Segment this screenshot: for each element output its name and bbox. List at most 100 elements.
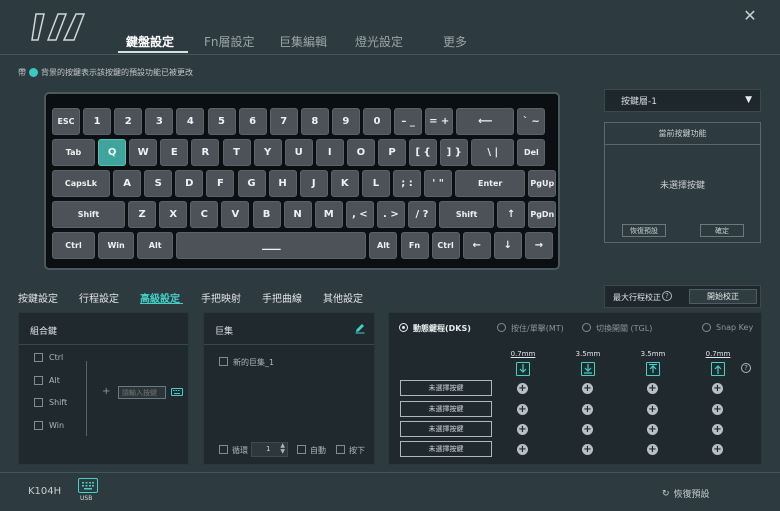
key[interactable]: / ? xyxy=(408,201,436,228)
tab-fn-layer[interactable]: Fn層設定 xyxy=(204,33,255,50)
add-action-icon[interactable]: + xyxy=(517,424,528,435)
key[interactable]: Shift xyxy=(52,201,125,228)
restore-default-footer-button[interactable]: ↻ 恢復預設 xyxy=(662,487,710,501)
help-icon[interactable]: ? xyxy=(741,363,751,373)
subtab-gamepad-curve[interactable]: 手把曲線 xyxy=(262,290,302,305)
dks-key-button-3[interactable]: 未選擇按鍵 xyxy=(400,421,492,437)
key[interactable]: \ | xyxy=(471,139,515,166)
key[interactable]: K xyxy=(330,170,359,197)
key[interactable]: J xyxy=(299,170,328,197)
add-action-icon[interactable]: + xyxy=(712,424,723,435)
key[interactable]: Z xyxy=(128,201,157,228)
key[interactable]: Q xyxy=(98,139,127,166)
key[interactable]: G xyxy=(237,170,266,197)
key[interactable]: X xyxy=(159,201,188,228)
key[interactable]: M xyxy=(314,201,343,228)
add-action-icon[interactable]: + xyxy=(647,404,658,415)
key[interactable]: R xyxy=(191,139,220,166)
press-checkbox[interactable] xyxy=(336,445,345,454)
key[interactable]: = + xyxy=(425,108,454,135)
key[interactable]: U xyxy=(284,139,313,166)
key[interactable]: 1 xyxy=(83,108,112,135)
key[interactable]: N xyxy=(283,201,312,228)
stepper-arrows-icon[interactable]: ▲ ▼ xyxy=(280,443,285,455)
add-action-icon[interactable]: + xyxy=(647,383,658,394)
help-icon[interactable]: ? xyxy=(662,291,672,301)
key[interactable]: ▁▁▁ xyxy=(176,232,367,259)
tab-more[interactable]: 更多 xyxy=(443,33,467,50)
tab-keyboard-settings[interactable]: 鍵盤設定 xyxy=(126,33,174,50)
key[interactable]: 9 xyxy=(331,108,360,135)
key[interactable]: Del xyxy=(517,139,546,166)
subtab-other-settings[interactable]: 其他設定 xyxy=(323,290,363,305)
key[interactable]: 6 xyxy=(238,108,267,135)
auto-checkbox[interactable] xyxy=(297,445,306,454)
key[interactable]: Fn xyxy=(400,232,429,259)
key[interactable]: 4 xyxy=(176,108,205,135)
mt-radio[interactable] xyxy=(497,323,506,332)
pencil-icon[interactable] xyxy=(354,322,366,334)
alt-checkbox[interactable] xyxy=(34,376,43,385)
combo-key-input[interactable] xyxy=(118,386,166,399)
key[interactable]: P xyxy=(378,139,406,166)
key[interactable]: 3 xyxy=(145,108,174,135)
dks-key-button-1[interactable]: 未選擇按鍵 xyxy=(400,380,492,396)
key[interactable]: D xyxy=(175,170,204,197)
key[interactable]: – _ xyxy=(394,108,423,135)
key[interactable]: W xyxy=(129,139,158,166)
key[interactable]: PgUp xyxy=(528,170,557,197)
key[interactable]: Alt xyxy=(137,232,174,259)
ctrl-checkbox[interactable] xyxy=(34,353,43,362)
subtab-gamepad-mapping[interactable]: 手把映射 xyxy=(201,290,241,305)
key[interactable]: Alt xyxy=(369,232,398,259)
key[interactable]: ↑ xyxy=(497,201,526,228)
add-action-icon[interactable]: + xyxy=(712,383,723,394)
key[interactable]: L xyxy=(361,170,390,197)
macro-item-label[interactable]: 新的巨集_1 xyxy=(233,357,274,368)
key[interactable]: ↓ xyxy=(493,232,522,259)
add-action-icon[interactable]: + xyxy=(712,404,723,415)
add-action-icon[interactable]: + xyxy=(517,404,528,415)
add-action-icon[interactable]: + xyxy=(582,424,593,435)
close-icon[interactable]: ✕ xyxy=(742,8,758,24)
dks-key-button-2[interactable]: 未選擇按鍵 xyxy=(400,401,492,417)
add-action-icon[interactable]: + xyxy=(582,383,593,394)
key[interactable]: ← xyxy=(462,232,491,259)
key[interactable]: Enter xyxy=(455,170,526,197)
confirm-button[interactable]: 確定 xyxy=(700,224,744,237)
key[interactable]: → xyxy=(524,232,553,259)
key[interactable]: 0 xyxy=(363,108,391,135)
key[interactable]: ] } xyxy=(440,139,469,166)
add-action-icon[interactable]: + xyxy=(647,424,658,435)
key[interactable]: ⟵ xyxy=(456,108,515,135)
add-action-icon[interactable]: + xyxy=(582,444,593,455)
loop-checkbox[interactable] xyxy=(219,445,228,454)
snap-key-radio[interactable] xyxy=(702,323,711,332)
key[interactable]: 7 xyxy=(269,108,298,135)
shift-checkbox[interactable] xyxy=(34,398,43,407)
keyboard-icon[interactable] xyxy=(171,388,183,396)
subtab-travel-settings[interactable]: 行程設定 xyxy=(79,290,119,305)
add-action-icon[interactable]: + xyxy=(517,383,528,394)
key[interactable]: Win xyxy=(98,232,135,259)
usb-keyboard-icon[interactable] xyxy=(78,478,98,493)
key[interactable]: A xyxy=(113,170,142,197)
key[interactable]: 2 xyxy=(114,108,143,135)
key[interactable]: Shift xyxy=(439,201,495,228)
win-checkbox[interactable] xyxy=(34,421,43,430)
key[interactable]: ; : xyxy=(393,170,421,197)
key[interactable]: T xyxy=(222,139,251,166)
key[interactable]: B xyxy=(252,201,281,228)
add-action-icon[interactable]: + xyxy=(517,444,528,455)
dks-radio[interactable] xyxy=(399,323,408,332)
key[interactable]: CapsLk xyxy=(52,170,110,197)
restore-default-button[interactable]: 恢復預設 xyxy=(622,224,666,237)
key[interactable]: 8 xyxy=(300,108,329,135)
key[interactable]: E xyxy=(160,139,189,166)
key[interactable]: [ { xyxy=(409,139,438,166)
tgl-radio[interactable] xyxy=(582,323,591,332)
add-action-icon[interactable]: + xyxy=(712,444,723,455)
key[interactable]: H xyxy=(268,170,297,197)
key[interactable]: S xyxy=(144,170,173,197)
start-calibration-button[interactable]: 開始校正 xyxy=(689,289,757,304)
